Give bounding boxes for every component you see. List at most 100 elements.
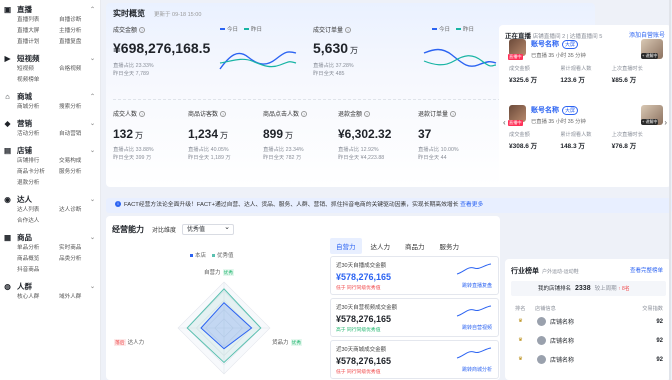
medal-icon: ♛	[518, 317, 523, 324]
dimension-select[interactable]: 优秀值	[182, 223, 235, 235]
card-jump-link[interactable]: 跳转商城分析	[462, 366, 492, 373]
sidebar-item[interactable]: 主播分析	[59, 27, 100, 36]
help-icon[interactable]: ?	[139, 111, 146, 118]
trade-index: 92	[656, 318, 663, 325]
sidebar-item[interactable]: 搜索分析	[59, 103, 100, 112]
live-stat: 累计观看人数 148.3 万	[560, 132, 592, 150]
big-screen-button[interactable]: 大屏	[562, 106, 579, 115]
live-status-badge: 直播中	[508, 120, 523, 126]
sidebar-section-header[interactable]: ▶ 短视频 ⌄	[3, 52, 100, 65]
sidebar-item[interactable]: 合格视频	[59, 65, 100, 74]
live-room-card[interactable]: 直播中 账号名称 大屏 已直播 35 小时 35 分钟 + 讲解中 成交金额 ¥30…	[508, 105, 663, 150]
help-icon[interactable]: ?	[450, 111, 457, 118]
user-icon: ◉	[4, 195, 11, 204]
big-screen-button[interactable]: 大屏	[562, 40, 579, 49]
metric-card[interactable]: 退款订单量? 37 直播占比 10.00% 昨日全天 44	[418, 109, 459, 162]
sidebar-item[interactable]: 服务分析	[59, 168, 100, 177]
sparkline-path	[456, 347, 492, 359]
metric-label: 成交金额?	[113, 27, 146, 34]
help-icon[interactable]: ?	[139, 27, 146, 34]
sidebar-item[interactable]: 直播大屏	[17, 27, 59, 36]
chart-legend: 今日 昨日	[426, 25, 474, 33]
trend-line-yesterday	[219, 58, 297, 68]
sidebar-item[interactable]: 退款分析	[17, 179, 59, 188]
help-icon[interactable]: ?	[345, 27, 352, 34]
banner-more-link[interactable]: 查看更多	[460, 202, 483, 208]
next-arrow-icon[interactable]: ›	[664, 118, 667, 127]
sidebar-section-header[interactable]: ◆ 营销 ⌄	[3, 117, 100, 130]
metric-gmv[interactable]: 成交金额? ¥698,276,168.5 直播占比 23.33% 昨日全天 7,7…	[113, 25, 210, 78]
sidebar-item[interactable]: 合作达人	[17, 217, 59, 226]
info-icon: i	[115, 201, 121, 208]
sidebar-item[interactable]: 交易构成	[59, 157, 100, 166]
sidebar-item[interactable]: 直播计划	[17, 38, 59, 47]
sidebar-item[interactable]: 单品分析	[17, 244, 59, 253]
card-jump-link[interactable]: 跳转直播复盘	[462, 282, 492, 289]
radar-chart	[177, 281, 271, 375]
capability-tabs: 自营力 达人力 商品力 服务力	[330, 238, 468, 254]
live-stat: 上次直播时长 ¥85.6 万	[611, 66, 643, 84]
sidebar-item[interactable]: 短视频	[17, 65, 59, 74]
rank-row[interactable]: ♛ 店铺名称 92	[515, 355, 663, 364]
industry-rank-panel: 行业榜单 户外运动-运动鞋 查看完整榜单 我的店铺排名 2338 较上周期 ↑ 8名 …	[505, 259, 671, 380]
capability-tab[interactable]: 自营力	[330, 238, 362, 254]
sidebar-item[interactable]: 直播列表	[17, 16, 59, 25]
sidebar-item[interactable]: 视频榜单	[17, 76, 59, 85]
metric-orders[interactable]: 成交订单量? 5,630 万 直播占比 37.28% 昨日全天 485	[313, 25, 358, 78]
rank-row[interactable]: ♛ 店铺名称 92	[515, 336, 663, 345]
chevron-icon: ⌄	[89, 197, 95, 203]
metric-card[interactable]: 商品访客数? 1,234 万 直播占比 40.05% 昨日全天 1,189 万	[188, 109, 231, 162]
sidebar-section-header[interactable]: ⌂ 商城 ⌃	[3, 90, 100, 103]
sidebar-section: ▦ 商品 ⌄ 单品分析 实时商品 商品概览 品类分析 抖音商品	[0, 231, 100, 275]
metric-card[interactable]: 成交人数? 132 万 直播占比 33.88% 昨日全天 399 万	[113, 109, 154, 162]
card-jump-link[interactable]: 跳转自营视频	[462, 324, 492, 331]
sidebar-item[interactable]: 商城分析	[17, 103, 59, 112]
account-name[interactable]: 账号名称 大屏	[531, 39, 586, 49]
sidebar-section-header[interactable]: ▣ 直播 ⌃	[3, 3, 100, 16]
metric-value: ¥6,302.32	[338, 127, 392, 141]
sidebar-item[interactable]: 自动营销	[59, 130, 100, 139]
shop-avatar	[537, 355, 546, 364]
sidebar-item[interactable]: 抖音商品	[17, 266, 59, 275]
sidebar-item[interactable]: 直播复盘	[59, 38, 100, 47]
rank-more-link[interactable]: 查看完整榜单	[630, 266, 663, 274]
sidebar-section-header[interactable]: ▤ 店铺 ⌄	[3, 144, 100, 157]
capability-tab[interactable]: 服务力	[434, 238, 466, 254]
sidebar-item[interactable]: 域外人群	[59, 293, 100, 302]
sidebar-item[interactable]: 店铺排行	[17, 157, 59, 166]
page-scrollbar[interactable]	[669, 0, 671, 380]
metric-card[interactable]: 商品点击人数? 899 万 直播占比 23.34% 昨日全天 782 万	[263, 109, 308, 162]
sidebar-section-title: 店铺	[17, 146, 32, 155]
capability-metric-card[interactable]: 近30天商城成交金额 ¥578,276,165 低于 同行同级优秀值 跳转商城分…	[330, 340, 499, 379]
help-icon[interactable]: ?	[301, 111, 308, 118]
sidebar-section-header[interactable]: ◉ 达人 ⌄	[3, 193, 100, 206]
capability-tab[interactable]: 达人力	[365, 238, 397, 254]
sidebar-item[interactable]: 商品卡分析	[17, 168, 59, 177]
sidebar-item[interactable]: 品类分析	[59, 255, 100, 264]
metric-card[interactable]: 退款金额? ¥6,302.32 直播占比 12.92% 昨日全天 ¥4,223.8…	[338, 109, 393, 162]
help-icon[interactable]: ?	[220, 111, 227, 118]
sidebar-item[interactable]: 活动分析	[17, 130, 59, 139]
help-icon[interactable]: ?	[364, 111, 371, 118]
sidebar-item[interactable]: 商品概览	[17, 255, 59, 264]
prev-arrow-icon[interactable]: ‹	[503, 118, 506, 127]
sidebar-section-header[interactable]: ▦ 商品 ⌄	[3, 231, 100, 244]
capability-metric-card[interactable]: 近30天自播成交金额 ¥578,276,165 低于 同行同级优秀值 跳转直播复…	[330, 256, 499, 295]
account-name[interactable]: 账号名称 大屏	[531, 105, 586, 115]
sidebar-item[interactable]: 核心人群	[17, 293, 59, 302]
capability-header: 经营能力 对比维度 优秀值	[112, 223, 235, 235]
store-icon: ⌂	[5, 92, 10, 101]
product-thumbnail: + 讲解中	[641, 39, 663, 59]
live-room-card[interactable]: 直播中 账号名称 大屏 已直播 35 小时 35 分钟 + 讲解中 成交金额 ¥32…	[508, 39, 663, 84]
gmv-trend-chart	[219, 51, 297, 70]
sidebar-sub-items: 单品分析 实时商品 商品概览 品类分析 抖音商品	[3, 244, 100, 275]
capability-tab[interactable]: 商品力	[399, 238, 431, 254]
sidebar-item[interactable]: 自播诊断	[59, 16, 100, 25]
sidebar-item[interactable]: 达人诊断	[59, 206, 100, 215]
live-duration: 已直播 35 小时 35 分钟	[531, 119, 586, 125]
sidebar-section-header[interactable]: ◍ 人群 ⌄	[3, 280, 100, 293]
sidebar-item[interactable]: 达人列表	[17, 206, 59, 215]
sidebar-item[interactable]: 实时商品	[59, 244, 100, 253]
capability-metric-card[interactable]: 近30天自营视频成交金额 ¥578,276,165 高于 同行同级优秀值 跳转自…	[330, 298, 499, 337]
rank-row[interactable]: ♛ 店铺名称 92	[515, 317, 663, 326]
